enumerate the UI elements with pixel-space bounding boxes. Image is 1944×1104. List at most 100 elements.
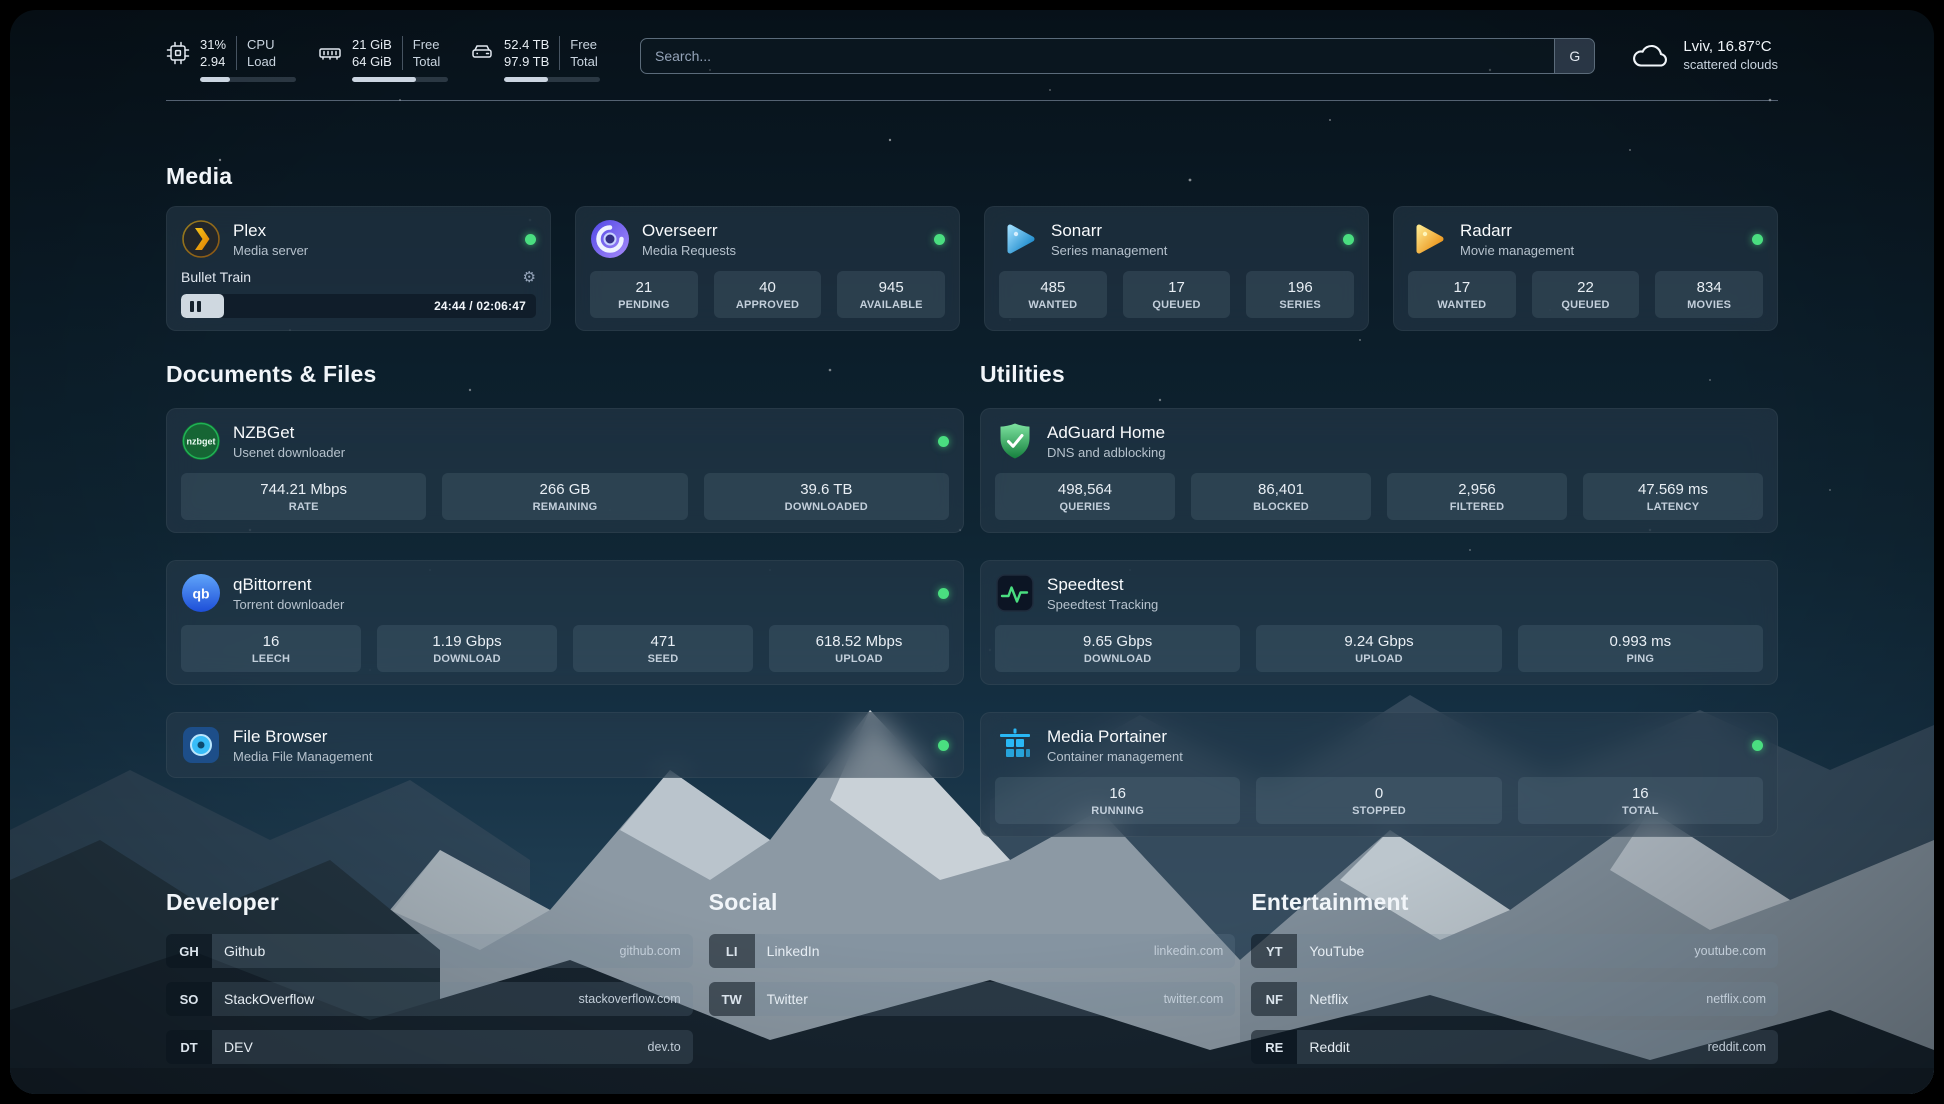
app-card-overseerr[interactable]: Overseerr Media Requests 21 PENDING 40 A…	[575, 206, 960, 331]
weather-condition: scattered clouds	[1683, 57, 1778, 72]
bookmark-url: netflix.com	[1706, 992, 1766, 1006]
app-desc: Media File Management	[233, 749, 372, 764]
app-desc: Media server	[233, 243, 308, 258]
bookmark-abbr: TW	[709, 982, 755, 1016]
memory-progress-bar	[352, 77, 448, 82]
search-bar: G	[640, 38, 1595, 74]
speedtest-icon	[995, 573, 1035, 613]
app-name: Media Portainer	[1047, 727, 1183, 747]
stat-series: 196 SERIES	[1246, 271, 1354, 318]
cpu-label: CPU	[247, 36, 276, 53]
bookmark-dev[interactable]: DT DEV dev.to	[166, 1030, 693, 1064]
disk-progress-bar	[504, 77, 600, 82]
stat-upload: 9.24 Gbps UPLOAD	[1256, 625, 1501, 672]
app-name: AdGuard Home	[1047, 423, 1166, 443]
app-card-sonarr[interactable]: Sonarr Series management 485 WANTED 17 Q…	[984, 206, 1369, 331]
svg-text:qb: qb	[192, 586, 209, 602]
stat-queued: 17 QUEUED	[1123, 271, 1231, 318]
status-dot-online	[938, 740, 949, 751]
filebrowser-icon	[181, 725, 221, 765]
sonarr-icon	[999, 219, 1039, 259]
section-media: Media Plex	[166, 163, 1778, 331]
bookmark-abbr: NF	[1251, 982, 1297, 1016]
stat-leech: 16 LEECH	[181, 625, 361, 672]
cloud-icon	[1629, 39, 1671, 71]
stat-total: 16 TOTAL	[1518, 777, 1763, 824]
app-card-filebrowser[interactable]: File Browser Media File Management	[166, 712, 964, 778]
bookmark-github[interactable]: GH Github github.com	[166, 934, 693, 968]
bookmark-name: DEV	[224, 1039, 253, 1055]
app-card-speedtest[interactable]: Speedtest Speedtest Tracking 9.65 Gbps D…	[980, 560, 1778, 685]
app-card-nzbget[interactable]: nzbget NZBGet Usenet downloader 744.21 M…	[166, 408, 964, 533]
weather-location: Lviv, 16.87°C	[1683, 38, 1778, 55]
status-dot-online	[938, 436, 949, 447]
memory-widget: 21 GiB 64 GiB Free Total	[318, 36, 448, 82]
bookmark-youtube[interactable]: YT YouTube youtube.com	[1251, 934, 1778, 968]
app-name: qBittorrent	[233, 575, 344, 595]
app-card-radarr[interactable]: Radarr Movie management 17 WANTED 22 QUE…	[1393, 206, 1778, 331]
top-bar: 31% 2.94 CPU Load	[166, 36, 1778, 82]
app-card-qbittorrent[interactable]: qb qBittorrent Torrent downloader 16 LEE…	[166, 560, 964, 685]
stat-wanted: 485 WANTED	[999, 271, 1107, 318]
svg-text:nzbget: nzbget	[187, 437, 216, 447]
playback-progress-fill	[181, 294, 224, 318]
stat-queued: 22 QUEUED	[1532, 271, 1640, 318]
app-desc: Speedtest Tracking	[1047, 597, 1158, 612]
stat-filtered: 2,956 FILTERED	[1387, 473, 1567, 520]
bookmark-url: linkedin.com	[1154, 944, 1223, 958]
app-desc: DNS and adblocking	[1047, 445, 1166, 460]
overseerr-icon	[590, 219, 630, 259]
bookmark-twitter[interactable]: TW Twitter twitter.com	[709, 982, 1236, 1016]
app-desc: Container management	[1047, 749, 1183, 764]
search-input[interactable]	[641, 39, 1554, 73]
bookmark-abbr: YT	[1251, 934, 1297, 968]
stat-approved: 40 APPROVED	[714, 271, 822, 318]
app-card-plex[interactable]: Plex Media server Bullet Train ⚙ 24:44 /…	[166, 206, 551, 331]
pause-icon[interactable]	[190, 301, 201, 312]
app-card-adguard[interactable]: AdGuard Home DNS and adblocking 498,564 …	[980, 408, 1778, 533]
app-name: Radarr	[1460, 221, 1574, 241]
dashboard-window: 31% 2.94 CPU Load	[10, 10, 1934, 1094]
adguard-icon	[995, 421, 1035, 461]
bookmark-linkedin[interactable]: LI LinkedIn linkedin.com	[709, 934, 1236, 968]
cpu-widget: 31% 2.94 CPU Load	[166, 36, 296, 82]
status-dot-online	[938, 588, 949, 599]
app-desc: Usenet downloader	[233, 445, 345, 460]
cpu-percent: 31%	[200, 36, 226, 53]
bookmark-name: YouTube	[1309, 943, 1364, 959]
weather-widget: Lviv, 16.87°C scattered clouds	[1629, 38, 1778, 72]
app-desc: Media Requests	[642, 243, 736, 258]
disk-widget: 52.4 TB 97.9 TB Free Total	[470, 36, 600, 82]
disk-total-label: Total	[570, 53, 597, 70]
cpu-progress-fill	[200, 77, 230, 82]
section-utilities: Utilities AdGuard Home	[980, 361, 1778, 837]
app-name: NZBGet	[233, 423, 345, 443]
stat-downloaded: 39.6 TB DOWNLOADED	[704, 473, 949, 520]
playback-time: 24:44 / 02:06:47	[434, 299, 536, 313]
bookmark-name: Reddit	[1309, 1039, 1349, 1055]
bookmark-stackoverflow[interactable]: SO StackOverflow stackoverflow.com	[166, 982, 693, 1016]
status-dot-online	[1752, 234, 1763, 245]
stat-queries: 498,564 QUERIES	[995, 473, 1175, 520]
bookmark-abbr: GH	[166, 934, 212, 968]
settings-gear-icon[interactable]: ⚙	[523, 270, 536, 285]
bookmark-abbr: RE	[1251, 1030, 1297, 1064]
app-name: File Browser	[233, 727, 372, 747]
stat-latency: 47.569 ms LATENCY	[1583, 473, 1763, 520]
app-name: Sonarr	[1051, 221, 1167, 241]
app-card-portainer[interactable]: Media Portainer Container management 16 …	[980, 712, 1778, 837]
radarr-icon	[1408, 219, 1448, 259]
status-dot-online	[934, 234, 945, 245]
stat-stopped: 0 STOPPED	[1256, 777, 1501, 824]
bookmark-name: Github	[224, 943, 265, 959]
cpu-icon	[166, 41, 190, 65]
app-name: Speedtest	[1047, 575, 1158, 595]
bookmark-url: twitter.com	[1164, 992, 1224, 1006]
search-provider-button[interactable]: G	[1554, 39, 1594, 73]
stat-download: 9.65 Gbps DOWNLOAD	[995, 625, 1240, 672]
stat-wanted: 17 WANTED	[1408, 271, 1516, 318]
bookmark-url: youtube.com	[1694, 944, 1766, 958]
bookmark-reddit[interactable]: RE Reddit reddit.com	[1251, 1030, 1778, 1064]
playback-progress-bar[interactable]: 24:44 / 02:06:47	[181, 294, 536, 318]
bookmark-netflix[interactable]: NF Netflix netflix.com	[1251, 982, 1778, 1016]
